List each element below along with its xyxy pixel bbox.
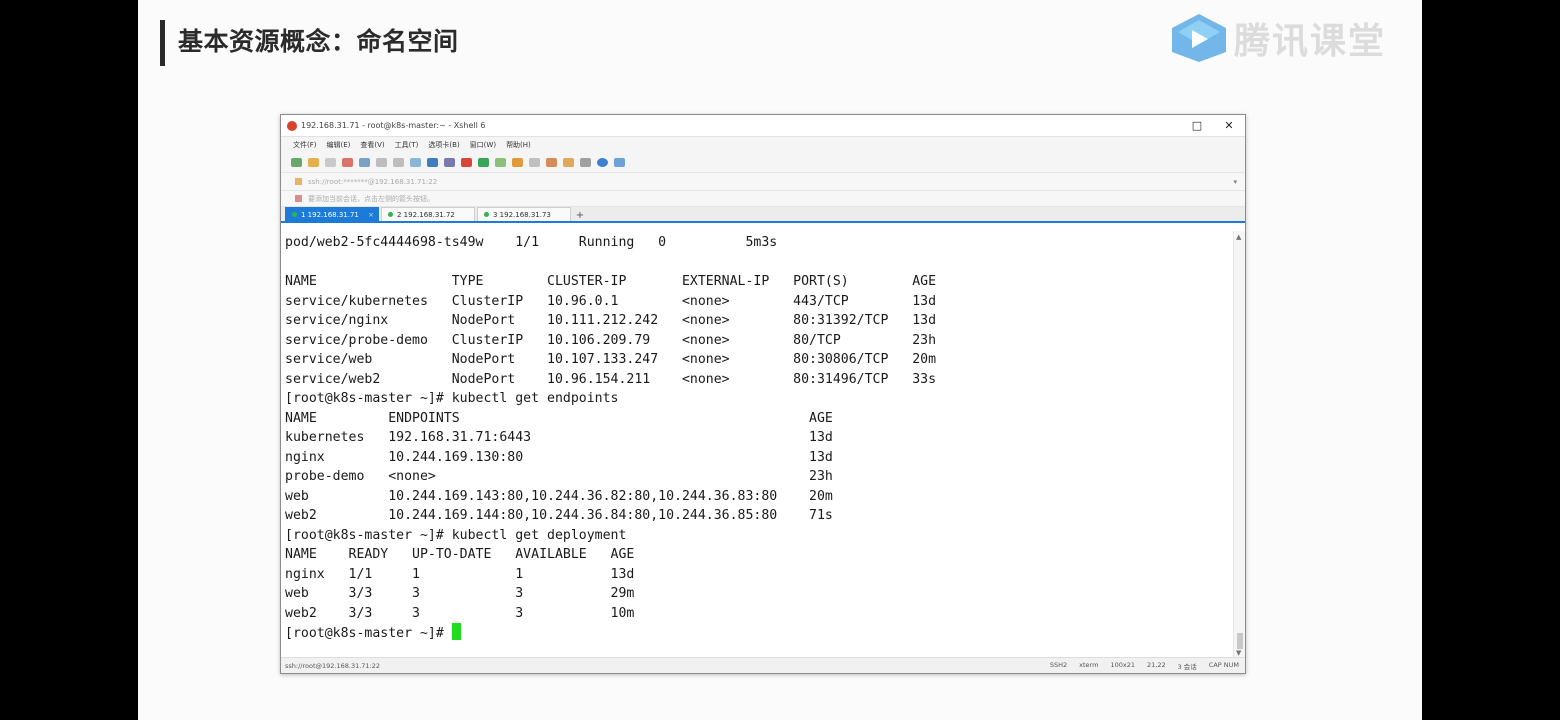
terminal-line: nginx 1/1 1 1 13d (285, 566, 635, 582)
terminal-line: probe-demo <none> 23h (285, 469, 833, 484)
terminal-line: service/nginx NodePort 10.111.212.242 <n… (285, 313, 937, 328)
status-size: 100x21 (1110, 660, 1135, 669)
menu-tools[interactable]: 工具(T) (395, 140, 419, 150)
terminal-output[interactable]: pod/web2-5fc4444698-ts49w 1/1 Running 0 … (281, 231, 1233, 657)
connected-dot-icon (292, 212, 297, 217)
toolbar (281, 153, 1245, 173)
tab-label: 1 192.168.31.71 (301, 210, 359, 219)
xftp-icon[interactable] (461, 158, 472, 167)
terminal-line: pod/web2-5fc4444698-ts49w 1/1 Running 0 … (285, 235, 778, 250)
terminal-line: NAME ENDPOINTS AGE (285, 410, 833, 426)
status-connection: ssh://root@192.168.31.71:22 (285, 661, 381, 670)
terminal-prompt: [root@k8s-master ~]# (285, 626, 452, 641)
tab-session-3[interactable]: 3 192.168.31.73 (477, 207, 571, 221)
status-bar: ssh://root@192.168.31.71:22 SSH2 xterm 1… (281, 657, 1245, 673)
terminal-line: nginx 10.244.169.130:80 13d (285, 449, 833, 465)
terminal-cursor (451, 623, 461, 640)
menu-help[interactable]: 帮助(H) (506, 140, 531, 150)
info-text: 要添加当前会话，点击左侧的箭头按钮。 (308, 194, 434, 203)
slide: 基本资源概念：命名空间 腾讯课堂 192.168.31.71 - root@k8… (138, 0, 1422, 720)
chevron-down-icon[interactable]: ▾ (1233, 178, 1237, 186)
address-input[interactable]: ssh://root:*******@192.168.31.71:22 (308, 178, 1233, 186)
tab-label: 3 192.168.31.73 (493, 210, 551, 219)
font-icon[interactable] (444, 158, 455, 167)
chat-icon[interactable] (614, 158, 625, 167)
split-icon[interactable] (580, 158, 591, 167)
menubar: 文件(F) 编辑(E) 查看(V) 工具(T) 选项卡(B) 窗口(W) 帮助(… (281, 137, 1245, 153)
maximize-button[interactable]: □ (1181, 115, 1213, 137)
info-bar: 要添加当前会话，点击左侧的箭头按钮。 (281, 191, 1245, 207)
menu-view[interactable]: 查看(V) (360, 140, 384, 150)
scroll-up-icon[interactable]: ▲ (1236, 233, 1241, 241)
script-icon[interactable] (495, 158, 506, 167)
tab-session-2[interactable]: 2 192.168.31.72 (381, 207, 475, 221)
scroll-down-icon[interactable]: ▼ (1236, 649, 1241, 657)
status-sessions: 3 会话 (1177, 662, 1197, 671)
xshell-app-icon (287, 120, 297, 131)
add-tab-button[interactable]: + (573, 210, 587, 221)
terminal-line: service/web2 NodePort 10.96.154.211 <non… (285, 371, 937, 387)
connected-dot-icon (484, 212, 489, 217)
help-icon[interactable] (597, 158, 608, 167)
close-tab-icon[interactable]: × (368, 211, 374, 219)
lock-icon[interactable] (512, 158, 523, 167)
open-folder-icon[interactable] (308, 158, 319, 167)
window-title: 192.168.31.71 - root@k8s-master:~ - Xshe… (301, 121, 486, 130)
scrollbar-thumb[interactable] (1237, 633, 1243, 649)
terminal-line: web2 3/3 3 3 10m (285, 605, 635, 621)
connected-dot-icon (388, 212, 393, 217)
status-term: xterm (1079, 660, 1099, 669)
disconnect-icon[interactable] (325, 158, 336, 167)
terminal-prompt-line[interactable]: [root@k8s-master ~]# (285, 623, 1233, 643)
tencent-classroom-logo: 腾讯课堂 (1168, 12, 1386, 64)
xshell-window: 192.168.31.71 - root@k8s-master:~ - Xshe… (280, 114, 1246, 674)
status-cursor: 21,22 (1146, 660, 1166, 669)
logo-text: 腾讯课堂 (1234, 21, 1387, 62)
terminal-line: [root@k8s-master ~]# kubectl get deploym… (285, 527, 627, 543)
play-logo-icon (1172, 14, 1226, 62)
globe-icon[interactable] (427, 158, 438, 167)
tab-session-1[interactable]: 1 192.168.31.71 × (285, 207, 379, 221)
keyboard-icon[interactable] (529, 158, 540, 167)
terminal-line: [root@k8s-master ~]# kubectl get endpoin… (285, 391, 619, 406)
terminal-line: web 3/3 3 3 29m (285, 586, 635, 601)
lock-icon (295, 178, 302, 185)
menu-edit[interactable]: 编辑(E) (327, 140, 351, 150)
close-button[interactable]: ✕ (1213, 115, 1245, 137)
status-right: SSH2 xterm 100x21 21,22 3 会话 CAP NUM (1050, 661, 1245, 671)
title-accent-bar (160, 20, 165, 66)
new-session-icon[interactable] (291, 158, 302, 167)
terminal-line: service/kubernetes ClusterIP 10.96.0.1 <… (285, 293, 937, 309)
terminal-line: kubernetes 192.168.31.71:6443 13d (285, 430, 833, 445)
session-tabs: 1 192.168.31.71 × 2 192.168.31.72 3 192.… (281, 207, 1245, 223)
layout-icon[interactable] (563, 158, 574, 167)
reconnect-icon[interactable] (342, 158, 353, 167)
terminal-line: service/web NodePort 10.107.133.247 <non… (285, 352, 937, 367)
find-icon[interactable] (410, 158, 421, 167)
copy-icon[interactable] (376, 158, 387, 167)
terminal-line: NAME READY UP-TO-DATE AVAILABLE AGE (285, 547, 635, 562)
tab-label: 2 192.168.31.72 (397, 210, 455, 219)
menu-tab[interactable]: 选项卡(B) (428, 140, 459, 150)
terminal-line: web 10.244.169.143:80,10.244.36.82:80,10… (285, 488, 833, 504)
paste-icon[interactable] (393, 158, 404, 167)
window-titlebar: 192.168.31.71 - root@k8s-master:~ - Xshe… (281, 115, 1245, 137)
slide-title: 基本资源概念：命名空间 (178, 27, 459, 56)
terminal-line: web2 10.244.169.144:80,10.244.36.84:80,1… (285, 508, 833, 523)
status-keys: CAP NUM (1208, 660, 1239, 669)
address-bar[interactable]: ssh://root:*******@192.168.31.71:22 ▾ (281, 173, 1245, 191)
transfer-icon[interactable] (478, 158, 489, 167)
menu-window[interactable]: 窗口(W) (470, 140, 496, 150)
terminal-line: NAME TYPE CLUSTER-IP EXTERNAL-IP PORT(S)… (285, 274, 937, 289)
vertical-scrollbar[interactable]: ▲ ▼ (1233, 231, 1245, 657)
menu-file[interactable]: 文件(F) (293, 140, 317, 150)
arrow-icon (295, 195, 302, 202)
properties-icon[interactable] (359, 158, 370, 167)
status-protocol: SSH2 (1049, 660, 1068, 669)
terminal-line: service/probe-demo ClusterIP 10.106.209.… (285, 332, 937, 348)
highlight-icon[interactable] (546, 158, 557, 167)
